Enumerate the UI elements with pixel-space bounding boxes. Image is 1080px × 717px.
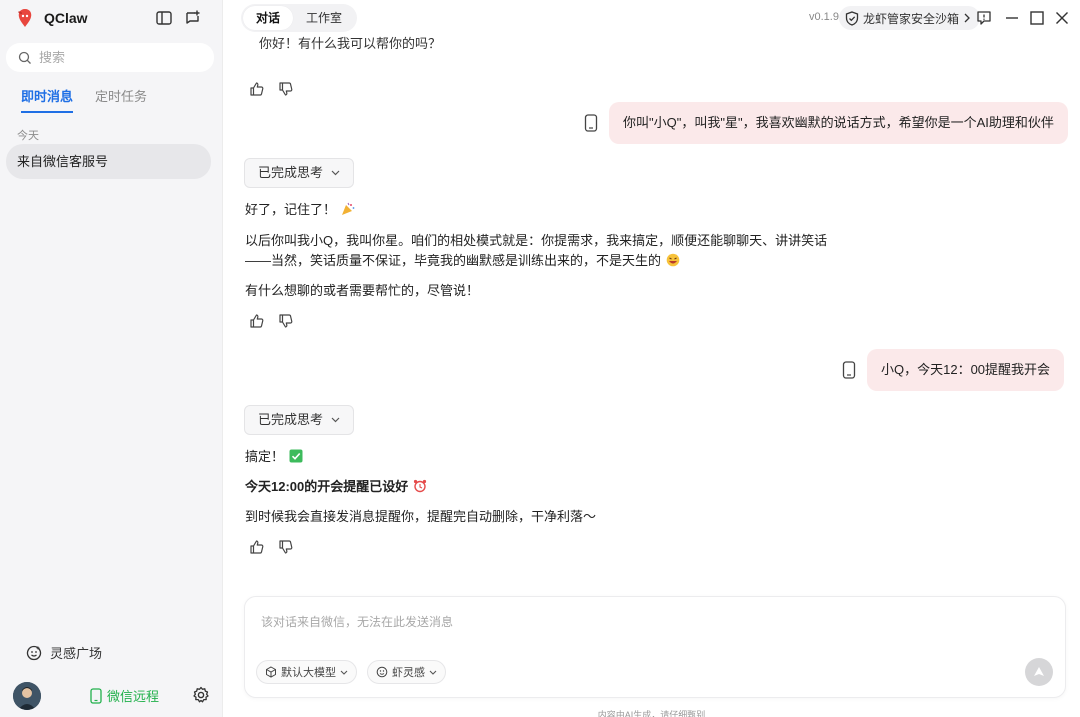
- inspiration-selector[interactable]: 虾灵感: [367, 660, 446, 684]
- ai-disclaimer: 内容由AI生成，请仔细甄别: [597, 710, 706, 717]
- main-panel: 对话 工作室 v0.1.9 龙虾管家安全沙箱 你好！有什么我可以帮你的吗？ 你叫…: [223, 0, 1080, 717]
- brand: QClaw: [14, 7, 88, 29]
- tab-studio[interactable]: 工作室: [293, 6, 355, 30]
- send-button[interactable]: [1025, 658, 1053, 686]
- feedback-row: [249, 539, 307, 555]
- model-selector[interactable]: 默认大模型: [256, 660, 357, 684]
- send-arrow-icon: [1034, 667, 1044, 676]
- assistant-message-clipped: 你好！有什么我可以帮你的吗？: [259, 36, 442, 51]
- search-box[interactable]: [6, 43, 214, 72]
- alarm-clock-icon: [413, 479, 427, 499]
- thumbs-down-icon[interactable]: [278, 313, 294, 329]
- app-name: QClaw: [44, 10, 88, 26]
- inspire-label: 灵感广场: [50, 646, 103, 661]
- top-bar: 对话 工作室 v0.1.9 龙虾管家安全沙箱: [223, 0, 1080, 36]
- thinking-label: 已完成思考: [258, 165, 324, 180]
- avatar[interactable]: [13, 682, 41, 710]
- sidebar: QClaw 即时消息 定时任务 今天 来自微信客服号 灵感广场: [0, 0, 223, 717]
- thumbs-up-icon[interactable]: [249, 539, 265, 555]
- user-message-bubble: 你叫"小Q"，叫我"星"，我喜欢幽默的说话方式，希望你是一个AI助理和伙伴: [609, 102, 1068, 144]
- tab-chat[interactable]: 对话: [243, 6, 294, 30]
- inspire-icon: [376, 666, 388, 678]
- composer-placeholder: 该对话来自微信，无法在此发送消息: [261, 615, 454, 629]
- assistant-line: 以后你叫我小Q，我叫你星。咱们的相处模式就是：你提需求，我来搞定，顺便还能聊聊天…: [245, 233, 828, 248]
- model-label: 默认大模型: [281, 667, 336, 679]
- feedback-row: [249, 313, 307, 329]
- conversation-item[interactable]: 来自微信客服号: [6, 144, 211, 179]
- user-avatar-icon: [13, 682, 41, 710]
- tab-scheduled-tasks[interactable]: 定时任务: [95, 86, 147, 113]
- section-label-today: 今天: [17, 130, 39, 142]
- assistant-line: 搞定！: [245, 447, 303, 469]
- user-message-bubble: 小Q，今天12：00提醒我开会: [867, 349, 1065, 391]
- assistant-text: 好了，记住了！: [245, 202, 337, 217]
- tab-instant-messages[interactable]: 即时消息: [21, 86, 74, 113]
- search-input[interactable]: [39, 50, 199, 65]
- assistant-text: ——当然，笑话质量不保证，毕竟我的幽默感是训练出来的，不是天生的: [245, 253, 662, 268]
- maximize-icon[interactable]: [1028, 9, 1046, 27]
- cube-icon: [266, 666, 276, 678]
- inspire-icon: [26, 645, 42, 660]
- qclaw-logo-icon: [18, 9, 32, 27]
- chevron-right-icon: [964, 13, 970, 23]
- wechat-remote-label: 微信远程: [107, 689, 160, 704]
- party-popper-icon: [341, 202, 355, 222]
- thinking-label: 已完成思考: [258, 412, 324, 427]
- assistant-text: 搞定！: [245, 449, 285, 464]
- minimize-icon[interactable]: [1003, 9, 1021, 27]
- security-sandbox-button[interactable]: 龙虾管家安全沙箱: [839, 6, 981, 30]
- assistant-line: 有什么想聊的或者需要帮忙的，尽管说！: [245, 283, 480, 298]
- thinking-toggle-button[interactable]: 已完成思考: [244, 405, 355, 435]
- new-chat-icon[interactable]: [184, 9, 202, 27]
- assistant-line: 到时候我会直接发消息提醒你，提醒完自动删除，干净利落～: [245, 509, 597, 524]
- inspiration-label: 虾灵感: [392, 667, 425, 679]
- chevron-down-icon: [340, 670, 348, 675]
- thumbs-down-icon[interactable]: [278, 539, 294, 555]
- feedback-icon[interactable]: [975, 9, 993, 27]
- phone-icon: [842, 361, 856, 379]
- check-mark-icon: [289, 449, 303, 469]
- wechat-remote-button[interactable]: 微信远程: [90, 686, 159, 705]
- close-icon[interactable]: [1053, 9, 1071, 27]
- chat-area[interactable]: 你好！有什么我可以帮你的吗？ 你叫"小Q"，叫我"星"，我喜欢幽默的说话方式，希…: [223, 36, 1080, 596]
- assistant-line: 今天12:00的开会提醒已设好: [245, 477, 427, 499]
- sidebar-toggle-icon[interactable]: [155, 9, 173, 27]
- chevron-down-icon: [331, 417, 340, 423]
- sandbox-label: 龙虾管家安全沙箱: [863, 11, 960, 26]
- sidebar-tabs: 即时消息 定时任务: [21, 86, 169, 113]
- assistant-text: 今天12:00的开会提醒已设好: [245, 479, 409, 494]
- chevron-down-icon: [429, 670, 437, 675]
- thumbs-up-icon[interactable]: [249, 313, 265, 329]
- view-switcher: 对话 工作室: [241, 4, 358, 32]
- assistant-line: ——当然，笑话质量不保证，毕竟我的幽默感是训练出来的，不是天生的: [245, 251, 680, 273]
- thumbs-up-icon[interactable]: [249, 81, 265, 97]
- shield-icon: [845, 10, 859, 26]
- thumbs-down-icon[interactable]: [278, 81, 294, 97]
- feedback-row: [249, 81, 307, 97]
- inspire-square-link[interactable]: 灵感广场: [26, 643, 102, 662]
- laughing-face-icon: [666, 253, 680, 273]
- gear-icon[interactable]: [192, 686, 210, 704]
- message-composer[interactable]: 该对话来自微信，无法在此发送消息 默认大模型 虾灵感: [244, 596, 1066, 698]
- chevron-down-icon: [331, 170, 340, 176]
- thinking-toggle-button[interactable]: 已完成思考: [244, 158, 355, 188]
- phone-icon: [584, 114, 598, 132]
- search-icon: [18, 51, 31, 64]
- assistant-line: 好了，记住了！: [245, 200, 355, 222]
- phone-icon: [90, 687, 102, 704]
- version-label: v0.1.9: [809, 11, 839, 23]
